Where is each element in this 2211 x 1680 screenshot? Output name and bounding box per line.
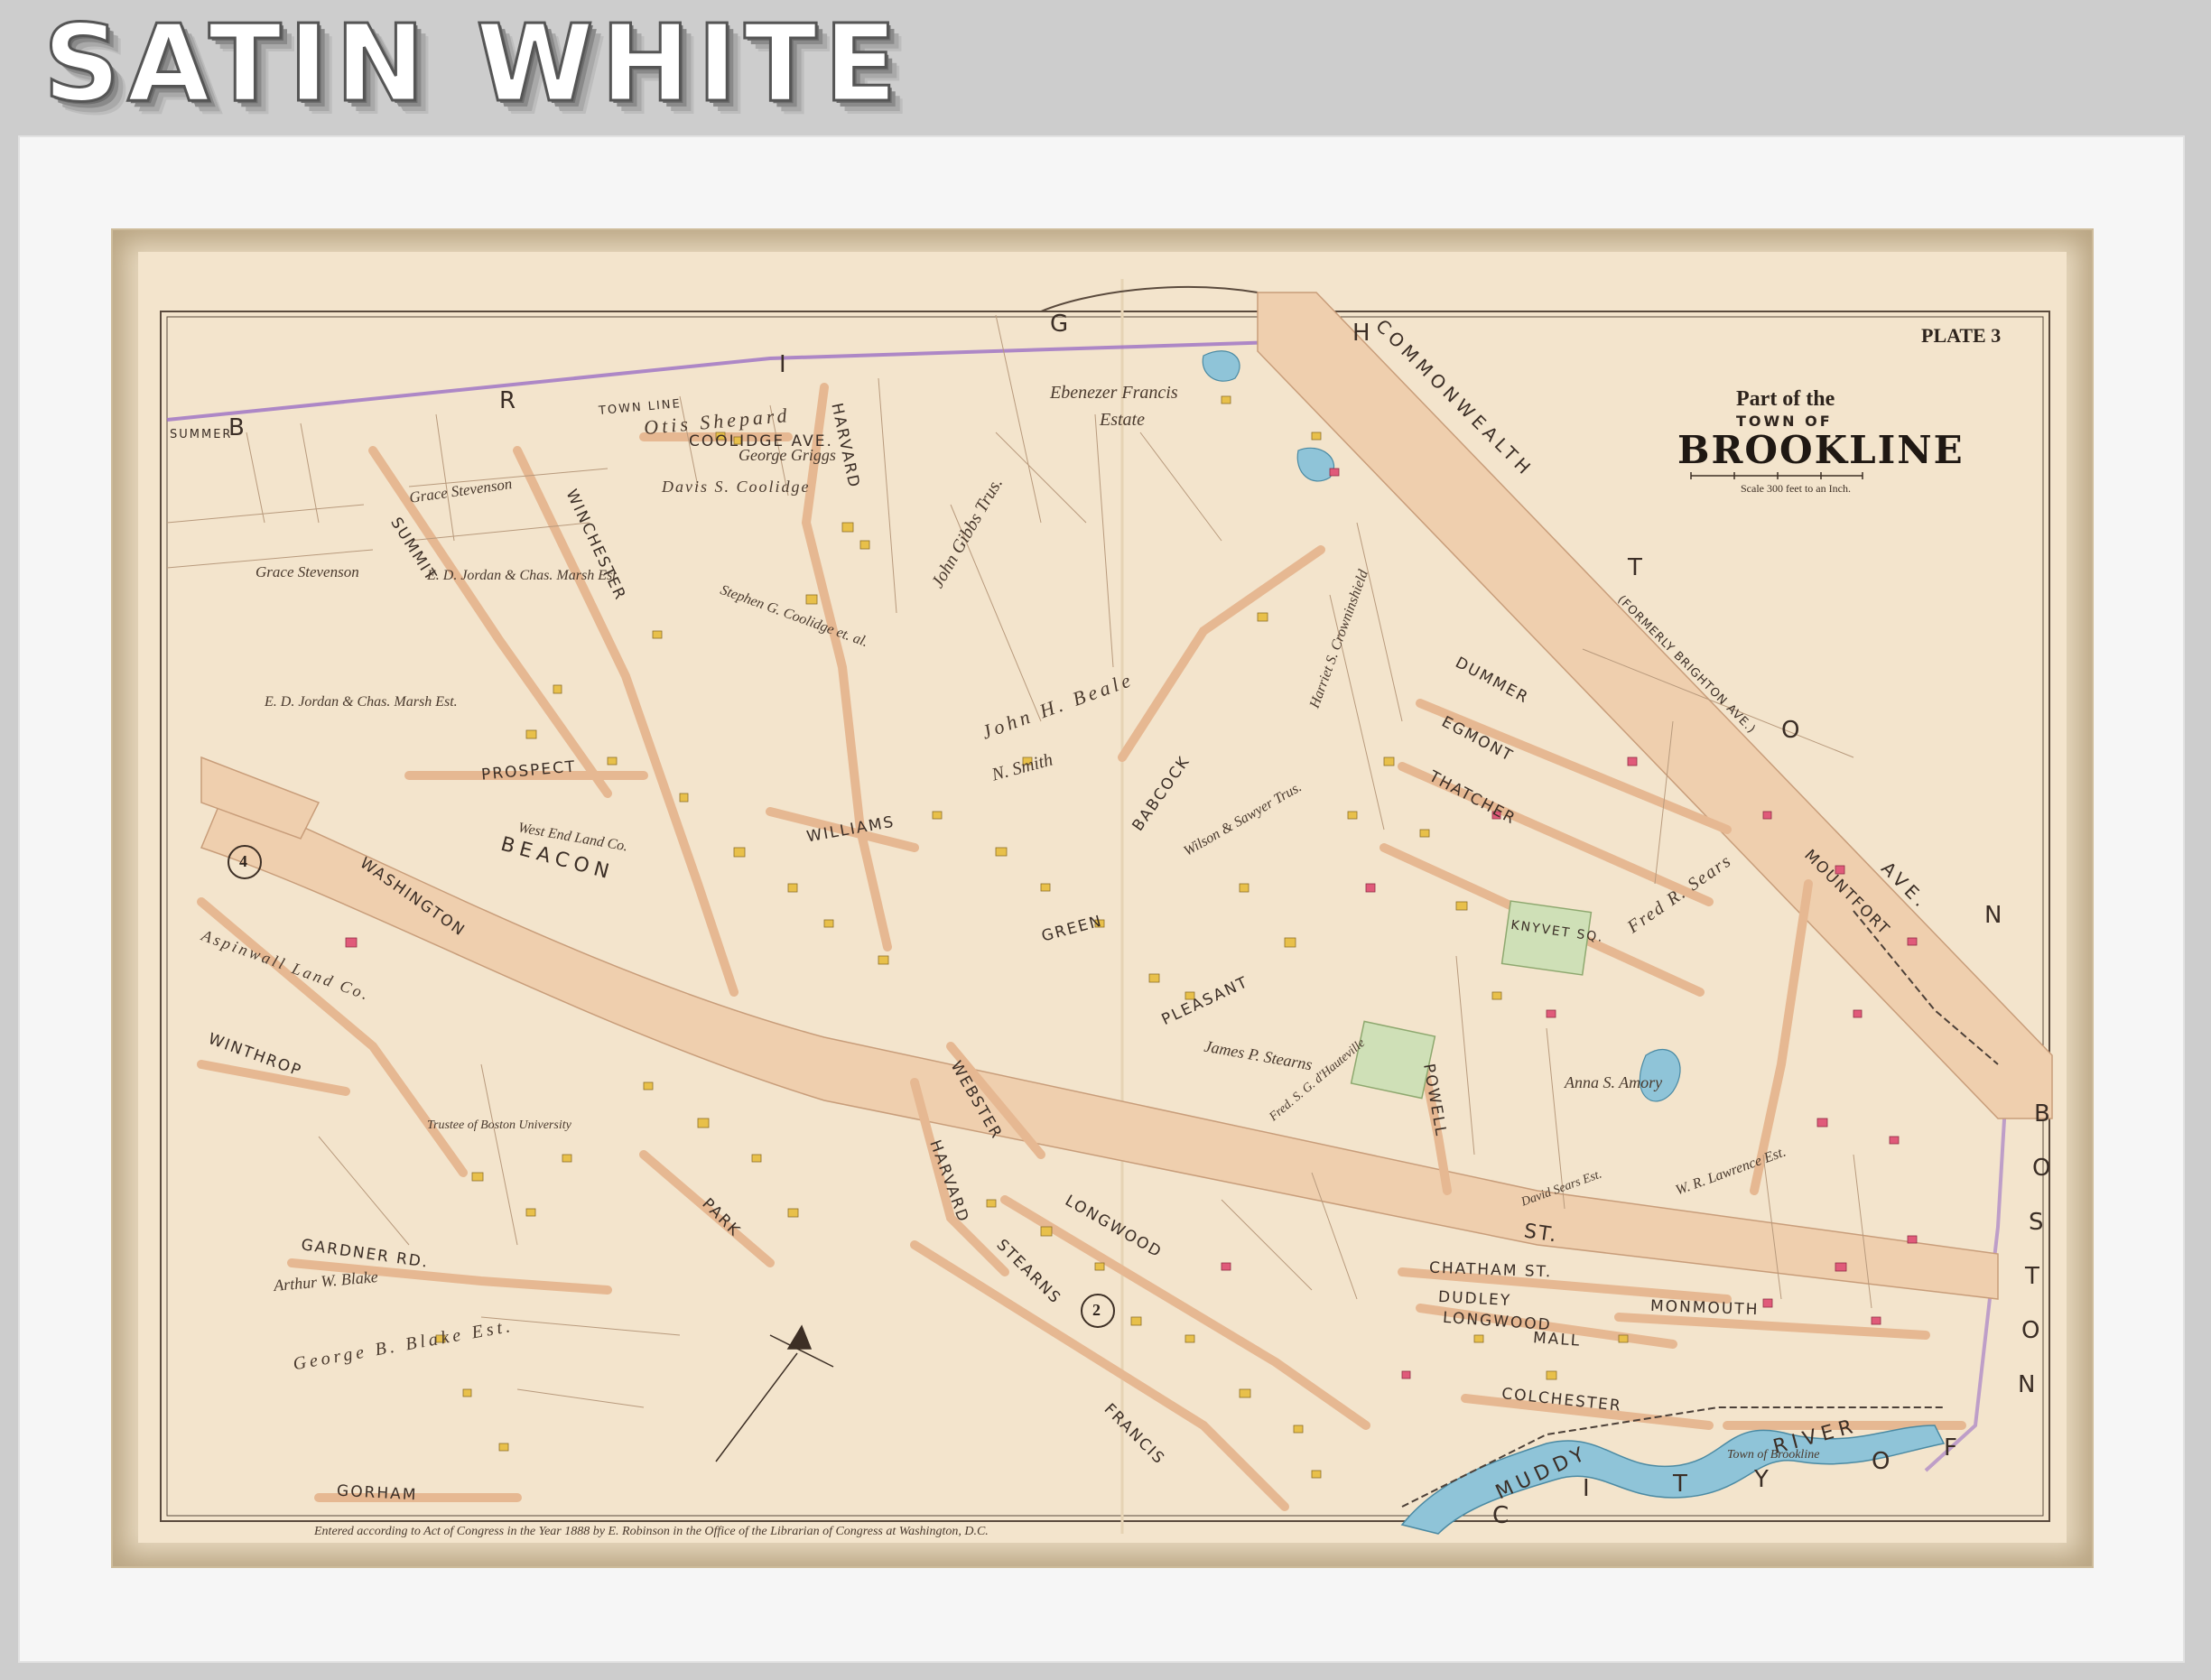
street-summer: SUMMER	[170, 428, 233, 441]
city-of-letter: F	[1944, 1434, 1972, 1462]
boston-letter: B	[2034, 1100, 2065, 1128]
border-letter: T	[1628, 554, 1657, 581]
boston-letter: N	[2018, 1371, 2050, 1398]
street-beacon-st: ST.	[1522, 1220, 1560, 1248]
longwood-ave	[1000, 1195, 1370, 1430]
title-main: BROOKLINE	[1677, 428, 1965, 472]
border-letter: I	[779, 351, 801, 378]
city-of-letter: I	[1583, 1475, 1604, 1502]
border-letter: N	[1984, 902, 2017, 929]
winchester-st	[513, 446, 739, 997]
francis-st	[910, 1240, 1289, 1511]
brighton-boundary-curve	[1040, 285, 1259, 312]
owner-jordan-marsh-2: E. D. Jordan & Chas. Marsh Est.	[265, 694, 458, 710]
city-of-letter: T	[1673, 1471, 1702, 1498]
banner-title: SATIN WHITE	[42, 0, 905, 127]
circled-number-2-label: 2	[1092, 1301, 1101, 1319]
white-mat: PLATE 3 Part of the TOWN OF BROOKLINE Sc…	[18, 135, 2185, 1663]
compass-rose	[715, 1324, 834, 1462]
title-part: Part of the	[1736, 387, 1835, 411]
border-letter: O	[1781, 717, 1815, 744]
circled-number-4-label: 4	[239, 852, 247, 870]
street-dudley: DUDLEY	[1437, 1287, 1512, 1311]
boston-letter: T	[2025, 1263, 2054, 1290]
copyright-note: Entered according to Act of Congress in …	[314, 1525, 989, 1538]
boston-letter: O	[2032, 1155, 2066, 1182]
map-print: PLATE 3 Part of the TOWN OF BROOKLINE Sc…	[113, 230, 2092, 1566]
city-of-letter: O	[1872, 1448, 1905, 1475]
boston-letter: S	[2029, 1209, 2058, 1236]
babcock-st	[1118, 545, 1325, 762]
boston-letter: O	[2021, 1317, 2055, 1344]
map-paper[interactable]: PLATE 3 Part of the TOWN OF BROOKLINE Sc…	[138, 252, 2067, 1543]
owner-george-griggs: George Griggs	[739, 446, 836, 464]
border-letter: B	[228, 414, 259, 441]
commonwealth-ave-road	[1257, 292, 2053, 1119]
owner-town-of-brookline: Town of Brookline	[1727, 1448, 1820, 1462]
owner-grace-stevenson-2: Grace Stevenson	[255, 563, 359, 580]
scale-text: Scale 300 feet to an Inch.	[1741, 482, 1851, 495]
scale-bar	[1690, 472, 1863, 479]
street-mall: MALL	[1532, 1329, 1582, 1350]
town-line-brighton	[166, 340, 1277, 422]
owner-jordan-marsh-1: E. D. Jordan & Chas. Marsh Est.	[427, 568, 620, 583]
pond-north	[1296, 447, 1335, 482]
border-letter: G	[1050, 311, 1083, 338]
street-monmouth: MONMOUTH	[1649, 1296, 1760, 1320]
owner-ebenezer-francis: Ebenezer Francis	[1050, 383, 1178, 403]
pond-reservoir	[1202, 350, 1240, 382]
city-of-letter: Y	[1754, 1466, 1783, 1493]
owner-trustee-boston: Trustee of Boston University	[427, 1118, 571, 1132]
owner-anna-amory: Anna S. Amory	[1565, 1073, 1663, 1091]
border-letter: R	[499, 387, 531, 414]
city-of-letter: C	[1492, 1502, 1524, 1529]
owner-davis-coolidge: Davis S. Coolidge	[662, 478, 811, 496]
plate-label: PLATE 3	[1921, 324, 2002, 347]
owner-estate: Estate	[1100, 410, 1145, 430]
